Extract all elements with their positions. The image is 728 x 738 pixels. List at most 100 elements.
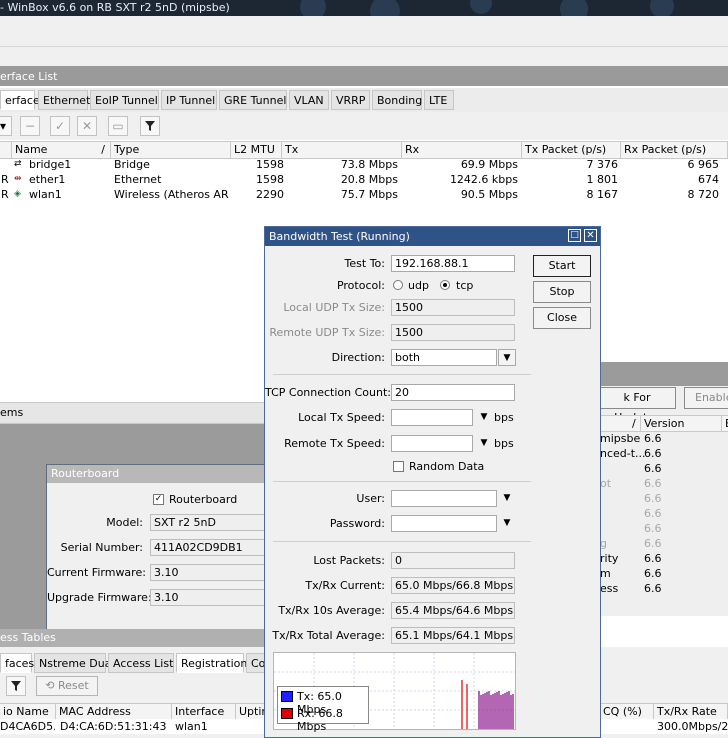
column-header-radio-name[interactable]: io Name [0,704,56,720]
udp-radio[interactable] [393,280,403,290]
package-row[interactable]: 6.6 [600,506,728,521]
remote-tx-speed-field[interactable] [391,435,473,452]
tab-bonding[interactable]: Bonding [372,90,422,110]
filter-icon[interactable] [140,116,160,136]
interface-tx: 75.7 Mbps [340,188,398,201]
column-header-uptime[interactable]: Uptim [236,704,266,720]
test-to-field[interactable]: 192.168.88.1 [391,255,515,272]
tcp-radio[interactable] [440,280,450,290]
interface-name: wlan1 [175,720,208,733]
tab-label: Registration [181,657,248,670]
column-header-rx-packet[interactable]: Rx Packet (p/s) [621,142,728,158]
package-row[interactable]: ess 6.6 [600,581,728,596]
random-data-checkbox[interactable] [393,461,404,472]
local-tx-speed-dropdown-icon[interactable]: ▼ [475,409,493,426]
disable-icon[interactable]: ✕ [77,116,97,136]
mac-address: D4:CA:6D:51:31:43 [60,720,167,733]
column-header-type[interactable]: Type [111,142,231,158]
udp-label: udp [408,279,429,292]
column-header-tx[interactable]: Tx [282,142,402,158]
tab-interface[interactable]: erface [0,90,40,110]
filter-icon[interactable] [6,676,26,696]
access-tables-title-bar[interactable]: ess Tables [0,629,264,647]
package-row[interactable]: m 6.6 [600,566,728,581]
tab-gre-tunnel[interactable]: GRE Tunnel [219,90,287,110]
column-header-interface[interactable]: Interface [172,704,236,720]
package-row[interactable]: nced-t... 6.6 [600,446,728,461]
tab-eoip-tunnel[interactable]: EoIP Tunnel [90,90,159,110]
check-for-updates-button[interactable]: k For Updates [598,387,676,424]
column-header-ccq[interactable]: CQ (%) [600,704,654,720]
enable-icon[interactable]: ✓ [50,116,70,136]
package-row[interactable]: rity 6.6 [600,551,728,566]
tab-vrrp[interactable]: VRRP [331,90,370,110]
routerboard-title-bar[interactable]: Routerboard [47,465,266,483]
package-row[interactable]: g 6.6 [600,536,728,551]
routerboard-window: Routerboard ✓ Routerboard Model: SXT r2 … [46,464,267,634]
remote-udp-tx-size-label: Remote UDP Tx Size: [269,326,385,339]
column-label: Rx [405,143,420,156]
tab-label: IP Tunnel [166,94,216,107]
tcp-connection-count-field[interactable]: 20 [391,384,515,401]
close-button[interactable]: Close [533,307,591,329]
tab-registration[interactable]: Registration [176,653,248,673]
package-row[interactable]: mipsbe 6.6 [600,431,728,446]
stop-button[interactable]: Stop [533,281,591,303]
interface-mtu: 2290 [256,188,284,201]
interface-type: Bridge [114,158,150,171]
user-dropdown-icon[interactable]: ▼ [498,490,516,507]
interface-type: Ethernet [114,173,162,186]
table-row[interactable]: R ◈ wlan1 Wireless (Atheros AR9... 2290 … [0,187,728,202]
table-row[interactable]: R ⇹ ether1 Ethernet 1598 20.8 Mbps 1242.… [0,172,728,187]
package-name: mipsbe [600,432,641,445]
column-header-mtu[interactable]: L2 MTU [231,142,282,158]
comment-icon[interactable]: ▭ [108,116,128,136]
column-header-name[interactable]: Name / [12,142,111,158]
password-field[interactable] [391,515,497,532]
tab-interfaces[interactable]: faces [0,653,35,673]
direction-select[interactable]: both [391,349,497,366]
tab-vlan[interactable]: VLAN [289,90,329,110]
column-header-version[interactable]: Version [640,416,684,431]
running-flag: R [1,188,9,201]
bandwidth-test-title-bar[interactable]: Bandwidth Test (Running) □ ✕ [265,227,600,246]
local-tx-speed-label: Local Tx Speed: [298,411,385,424]
close-icon[interactable]: ✕ [584,229,597,242]
background-bokeh [470,0,492,14]
start-button[interactable]: Start [533,255,591,277]
tab-connect-list[interactable]: Con [246,653,272,673]
maximize-icon[interactable]: □ [568,229,581,242]
tab-access-list[interactable]: Access List [108,653,174,673]
add-menu-icon[interactable]: ▾ [0,116,12,136]
package-row[interactable]: 6.6 [600,521,728,536]
column-header-tx-packet[interactable]: Tx Packet (p/s) [522,142,621,158]
tab-nstreme-dual[interactable]: Nstreme Dual [34,653,115,673]
package-name: m [600,567,611,580]
direction-dropdown-icon[interactable]: ▼ [498,349,516,366]
interface-tx-packet: 7 376 [586,158,619,171]
column-header-build[interactable]: B [721,416,728,431]
column-header-tx-rx-rate[interactable]: Tx/Rx Rate [654,704,728,720]
package-row[interactable]: 6.6 [600,491,728,506]
tab-ethernet[interactable]: Ethernet [38,90,90,110]
column-header-mac[interactable]: MAC Address [56,704,172,720]
tab-ip-tunnel[interactable]: IP Tunnel [161,90,217,110]
interface-rx-packet: 8 720 [687,188,720,201]
column-header-rx[interactable]: Rx [402,142,522,158]
remote-tx-speed-dropdown-icon[interactable]: ▼ [475,435,493,452]
package-row[interactable]: ot 6.6 [600,476,728,491]
enable-button[interactable]: Enable [684,387,728,409]
user-field[interactable] [391,490,497,507]
tx-rx-total-average-field: 65.1 Mbps/64.1 Mbps [391,627,515,644]
routerboard-checkbox[interactable]: ✓ [153,494,164,505]
reset-button[interactable]: ⟲ Reset [36,676,98,696]
interface-rx: 69.9 Mbps [460,158,518,171]
table-row[interactable]: ⇄ bridge1 Bridge 1598 73.8 Mbps 69.9 Mbp… [0,157,728,172]
local-tx-speed-field[interactable] [391,409,473,426]
password-dropdown-icon[interactable]: ▼ [498,515,516,532]
tab-lte[interactable]: LTE [424,90,454,110]
remove-icon[interactable]: − [20,116,40,136]
tab-label: faces [5,657,35,670]
interface-list-title-bar[interactable]: erface List [0,66,728,86]
package-row[interactable]: 6.6 [600,461,728,476]
